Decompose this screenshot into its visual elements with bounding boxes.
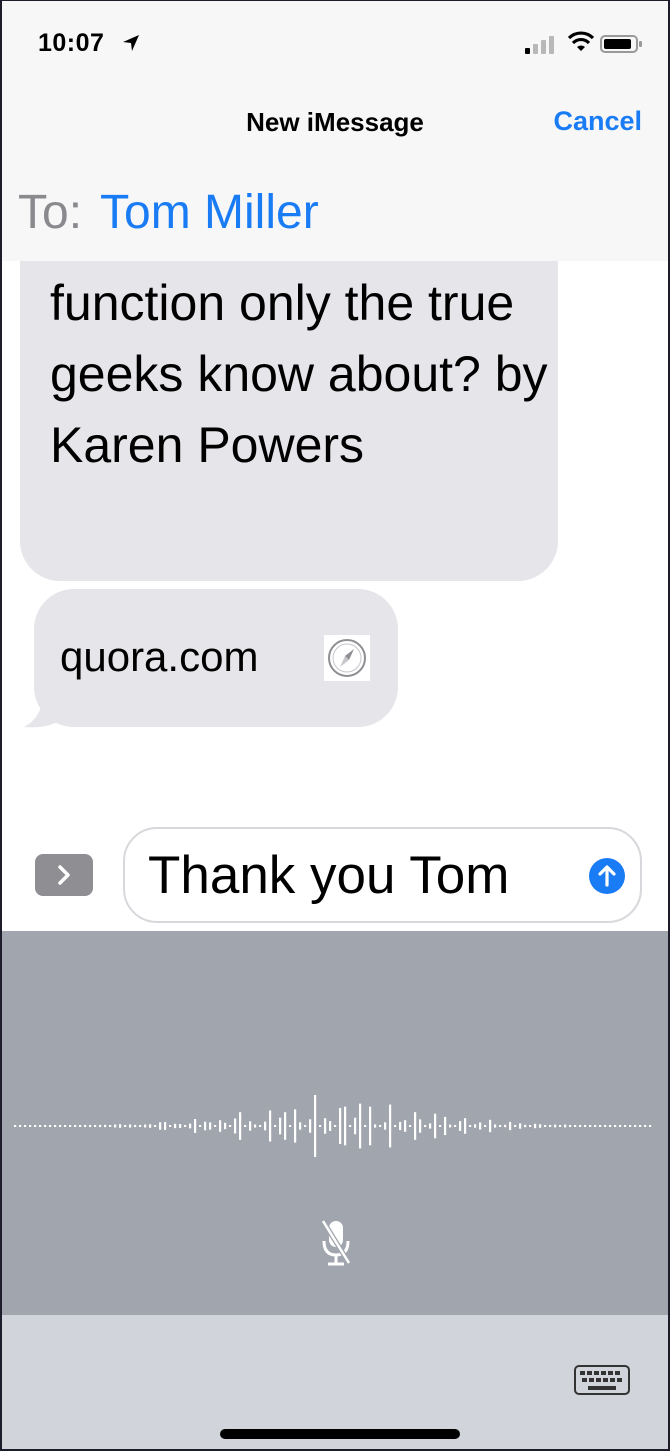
home-indicator[interactable]: [220, 1429, 460, 1439]
compass-icon[interactable]: [324, 635, 370, 681]
cancel-button[interactable]: Cancel: [553, 106, 642, 137]
recipient-chip[interactable]: Tom Miller: [100, 185, 319, 240]
message-input-text: Thank you Tom: [148, 846, 510, 905]
waveform-icon: [14, 1094, 652, 1158]
battery-icon: [600, 35, 642, 53]
received-message-text: coolest iPhone function only the true ge…: [50, 275, 548, 473]
send-button[interactable]: [588, 857, 626, 895]
keyboard-switch-bar: [2, 1315, 668, 1449]
apps-expand-button[interactable]: [35, 854, 93, 896]
location-arrow-icon: [123, 35, 139, 51]
recipient-row[interactable]: To: Tom Miller: [2, 161, 668, 261]
to-label: To:: [18, 186, 83, 239]
wifi-icon: [567, 31, 595, 51]
nav-bar: New iMessage Cancel: [2, 91, 668, 162]
message-thread[interactable]: coolest iPhone function only the true ge…: [2, 261, 668, 831]
link-domain: quora.com: [60, 633, 259, 680]
signal-icon: [525, 36, 554, 54]
chevron-right-icon: [58, 865, 70, 885]
microphone-off-icon[interactable]: [319, 1217, 353, 1269]
keyboard-icon[interactable]: [574, 1365, 630, 1395]
status-time: 10:07: [38, 29, 105, 57]
phone-screen: 10:07 New iMessage Cancel To: Tom Miller: [2, 1, 668, 1449]
status-bar: 10:07: [2, 1, 668, 91]
dictation-panel: [2, 931, 668, 1315]
